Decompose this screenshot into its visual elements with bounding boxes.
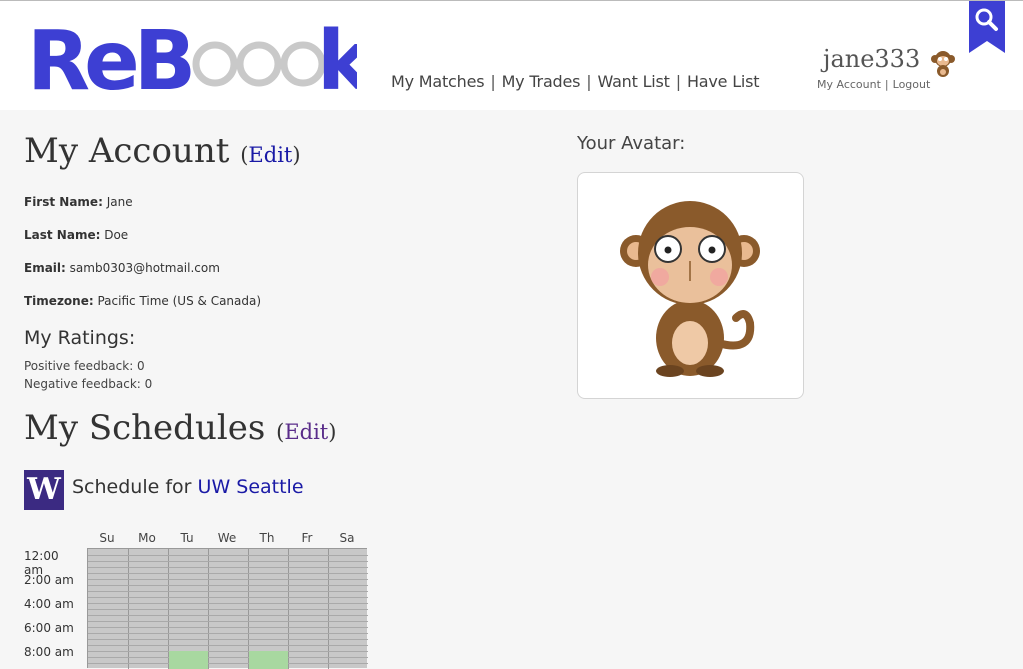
schedule-title: Schedule for UW Seattle [72,476,304,498]
edit-schedules-link[interactable]: Edit [284,420,328,444]
grid-row-line [88,585,368,586]
grid-row-line [88,621,368,622]
rebook-logo[interactable]: ReB k [27,19,357,94]
nav-have-list[interactable]: Have List [687,72,760,91]
time-label: 4:00 am [24,597,74,611]
my-account-heading: My Account (Edit) [24,131,301,171]
grid-row-line [88,633,368,634]
avatar-box[interactable] [577,172,804,399]
user-links: My Account | Logout [817,78,930,91]
my-account-link[interactable]: My Account [817,78,881,91]
username[interactable]: jane333 [823,45,920,73]
day-header: Tu [180,531,194,545]
email-label: Email: [24,261,66,275]
grid-row-line [88,645,368,646]
nav-my-matches[interactable]: My Matches [391,72,485,91]
schedule-grid[interactable] [87,548,368,669]
paren-close: ) [292,143,301,167]
last-name-value: Doe [104,228,129,242]
timezone-label: Timezone: [24,294,94,308]
grid-row-line [88,615,368,616]
positive-feedback: Positive feedback: 0 [24,359,145,373]
main-nav: My Matches | My Trades | Want List | Have List [391,72,760,91]
search-icon[interactable] [969,1,1005,53]
nav-separator: | [586,72,592,91]
grid-row-line [88,663,368,664]
nav-my-trades[interactable]: My Trades [502,72,581,91]
uw-logo-letter: W [27,472,61,507]
day-header: Mo [138,531,156,545]
school-link[interactable]: UW Seattle [198,476,304,498]
day-header: Fr [301,531,313,545]
edit-account-wrap: (Edit) [240,143,300,167]
avatar-label: Your Avatar: [577,133,686,154]
day-header: Sa [339,531,355,545]
available-slot[interactable] [249,651,288,669]
nav-separator: | [490,72,496,91]
nav-separator: | [675,72,681,91]
grid-row-line [88,591,368,592]
first-name-value: Jane [106,195,133,209]
uw-logo: W [24,470,64,510]
grid-row-line [88,627,368,628]
my-schedules-heading: My Schedules (Edit) [24,408,336,448]
last-name-label: Last Name: [24,228,101,242]
day-header: We [217,531,237,545]
grid-row-line [88,609,368,610]
nav-want-list[interactable]: Want List [597,72,669,91]
my-account-title: My Account [24,131,230,171]
edit-schedules-wrap: (Edit) [276,420,336,444]
grid-row-line [88,579,368,580]
my-schedules-title: My Schedules [24,408,266,448]
svg-text:k: k [317,19,357,94]
schedule-prefix: Schedule for [72,476,192,498]
time-label: 8:00 am [24,645,74,659]
grid-row-line [88,561,368,562]
grid-row-line [88,567,368,568]
svg-text:ReB: ReB [27,19,191,94]
timezone-value: Pacific Time (US & Canada) [97,294,262,308]
negative-feedback: Negative feedback: 0 [24,377,153,391]
email-row: Email: samb0303@hotmail.com [24,261,220,275]
first-name-row: First Name: Jane [24,195,133,209]
grid-row-line [88,603,368,604]
grid-row-line [88,573,368,574]
grid-row-line [88,651,368,652]
first-name-label: First Name: [24,195,103,209]
my-ratings-heading: My Ratings: [24,327,136,349]
grid-row-line [88,657,368,658]
email-value: samb0303@hotmail.com [69,261,220,275]
grid-row-line [88,555,368,556]
link-separator: | [884,78,889,91]
paren-close: ) [328,420,337,444]
grid-row-line [88,639,368,640]
timezone-row: Timezone: Pacific Time (US & Canada) [24,294,261,308]
day-header: Th [259,531,275,545]
site-header: ReB k My Matches | My Trades | Want List | Hav… [0,0,1023,110]
monkey-icon[interactable] [930,50,956,78]
grid-row-line [88,597,368,598]
time-label: 2:00 am [24,573,74,587]
last-name-row: Last Name: Doe [24,228,128,242]
time-label: 6:00 am [24,621,74,635]
available-slot[interactable] [169,651,208,669]
monkey-icon [620,201,760,377]
logout-link[interactable]: Logout [893,78,931,91]
day-header: Su [99,531,115,545]
edit-account-link[interactable]: Edit [248,143,292,167]
